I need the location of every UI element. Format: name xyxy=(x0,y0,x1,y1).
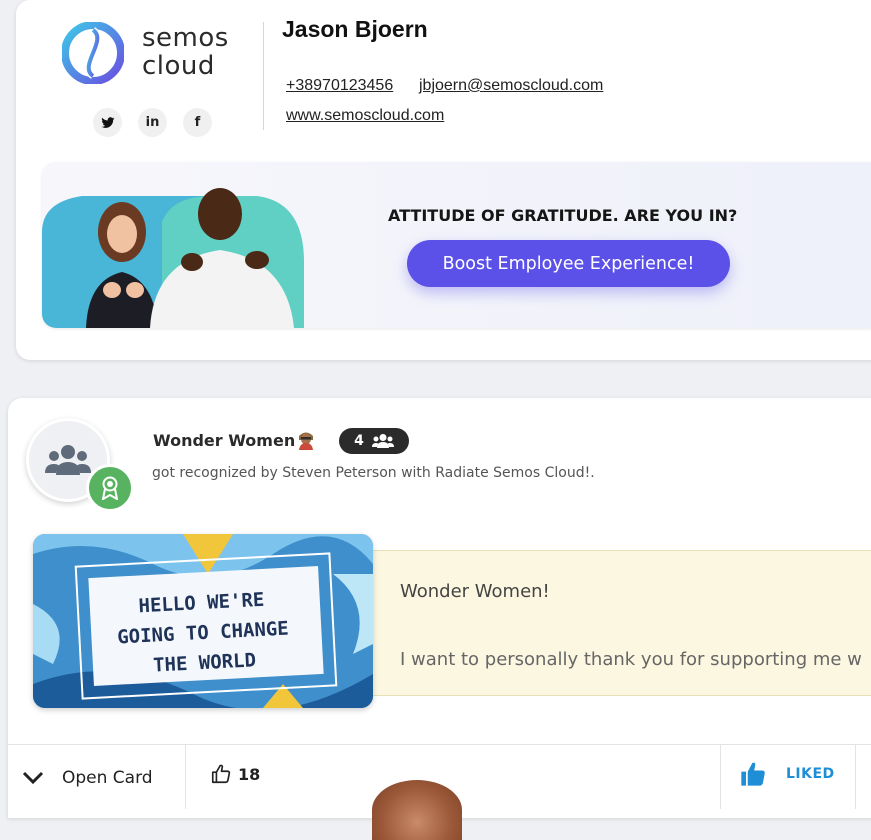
footer-separator xyxy=(855,745,856,809)
footer-separator xyxy=(720,745,721,809)
users-icon xyxy=(371,434,394,448)
brand-line-2: cloud xyxy=(142,51,215,81)
open-card-button[interactable]: Open Card xyxy=(22,760,153,796)
message-panel xyxy=(360,550,871,696)
liked-button[interactable]: LIKED xyxy=(738,760,835,788)
brand-name: semos cloud xyxy=(142,24,252,80)
footer-divider xyxy=(8,744,871,745)
phone-link[interactable]: +38970123456 xyxy=(286,77,393,95)
award-ribbon-icon xyxy=(86,464,134,512)
message-body: I want to personally thank you for suppo… xyxy=(400,649,862,670)
banner-headline: ATTITUDE OF GRATITUDE. ARE YOU IN? xyxy=(388,206,738,225)
social-links: in f xyxy=(93,108,212,137)
thumbs-up-filled-icon xyxy=(741,762,765,786)
recognition-title: Wonder Women xyxy=(153,431,296,450)
member-count: 4 xyxy=(354,433,364,449)
superhero-woman-emoji-icon xyxy=(299,432,313,450)
member-count-badge[interactable]: 4 xyxy=(339,428,409,454)
footer-separator xyxy=(185,745,186,809)
like-count: 18 xyxy=(238,764,261,784)
open-card-label: Open Card xyxy=(62,768,153,788)
banner-people-image xyxy=(42,188,304,328)
thumbs-up-outline-icon xyxy=(211,764,231,784)
semos-cloud-logo-icon xyxy=(62,22,124,84)
chevron-down-icon xyxy=(22,771,44,785)
ecard-text: HELLO WE'RE GOING TO CHANGE THE WORLD xyxy=(90,582,316,683)
linkedin-icon[interactable]: in xyxy=(138,108,167,137)
website-link[interactable]: www.semoscloud.com xyxy=(286,107,444,125)
signature-name: Jason Bjoern xyxy=(282,16,428,42)
message-greeting: Wonder Women! xyxy=(400,581,550,602)
facebook-icon[interactable]: f xyxy=(183,108,212,137)
like-button[interactable]: 18 xyxy=(210,763,260,785)
signature-divider xyxy=(263,22,264,130)
boost-employee-experience-button[interactable]: Boost Employee Experience! xyxy=(407,240,730,287)
user-avatar-peek xyxy=(372,780,462,840)
liked-label: LIKED xyxy=(786,766,835,782)
email-link[interactable]: jbjoern@semoscloud.com xyxy=(419,77,603,95)
twitter-icon[interactable] xyxy=(93,108,122,137)
users-group-icon xyxy=(45,445,91,475)
brand-line-1: semos xyxy=(142,23,229,53)
recognition-subtitle: got recognized by Steven Peterson with R… xyxy=(152,465,595,481)
